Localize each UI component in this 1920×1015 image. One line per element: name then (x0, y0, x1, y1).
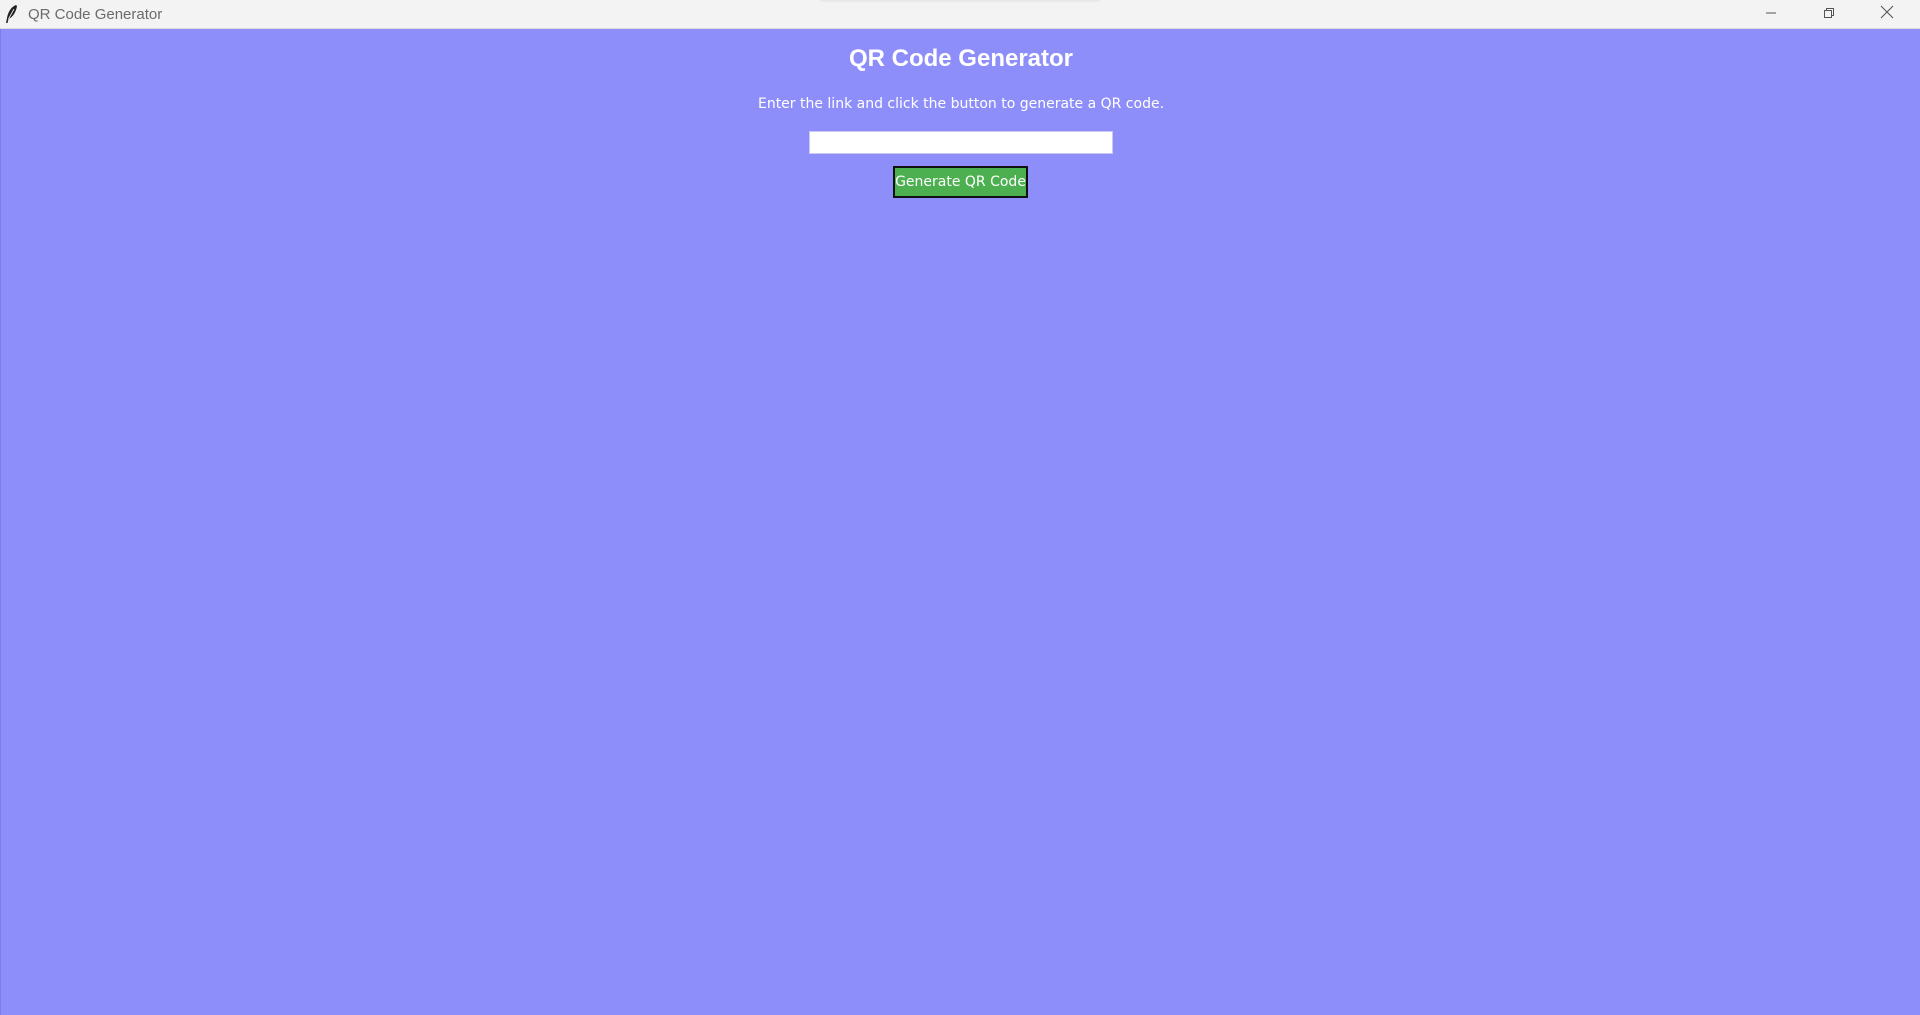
minimize-icon (1765, 6, 1777, 24)
restore-icon (1823, 6, 1835, 24)
minimize-button[interactable] (1742, 0, 1800, 29)
restore-button[interactable] (1800, 0, 1858, 29)
app-window: QR Code Generator QR Code Generator Ente… (0, 0, 1920, 1015)
generate-qr-button[interactable]: Generate QR Code (893, 166, 1028, 198)
snap-layout-shadow (820, 0, 1100, 3)
generate-qr-button-label: Generate QR Code (895, 174, 1026, 190)
feather-icon (4, 4, 20, 24)
title-bar[interactable]: QR Code Generator (0, 0, 1920, 29)
link-input[interactable] (809, 131, 1113, 154)
page-title: QR Code Generator (848, 45, 1074, 72)
close-icon (1880, 5, 1894, 24)
window-title: QR Code Generator (28, 6, 163, 23)
instruction-text: Enter the link and click the button to g… (757, 96, 1165, 112)
close-button[interactable] (1858, 0, 1916, 29)
app-content: QR Code Generator Enter the link and cli… (0, 29, 1920, 1015)
